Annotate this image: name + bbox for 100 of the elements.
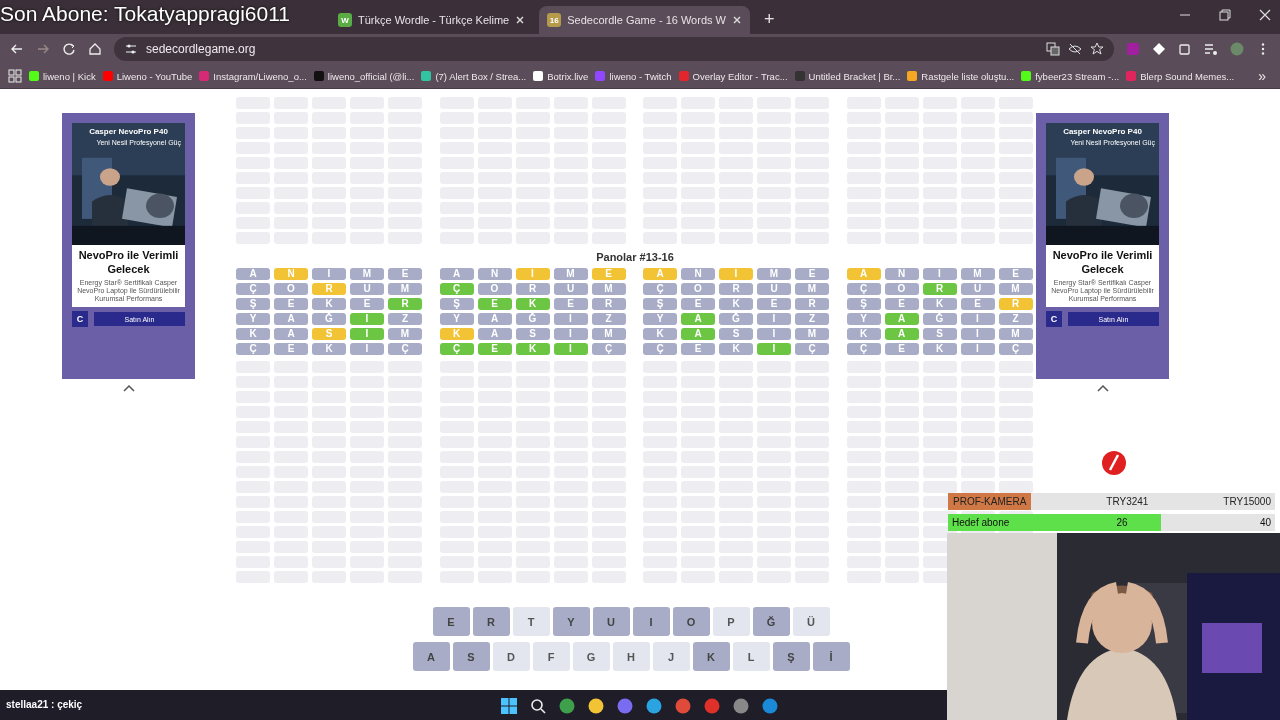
keyboard-key[interactable]: A <box>412 642 450 671</box>
close-icon[interactable] <box>1258 8 1272 22</box>
search-icon[interactable] <box>529 696 547 715</box>
letter-tile: A <box>884 328 919 340</box>
keyboard-key[interactable]: G <box>572 642 610 671</box>
letter-tile: M <box>350 268 384 280</box>
keyboard-key[interactable]: O <box>672 607 710 636</box>
donation-amount: TRY3241 <box>1105 496 1150 507</box>
keyboard-key[interactable]: T <box>512 607 550 636</box>
bookmark-link[interactable]: Instagram/Liweno_o... <box>213 70 307 82</box>
letter-tile: Ç <box>439 283 474 295</box>
letter-tile: Ş <box>846 298 881 310</box>
keyboard-key[interactable]: F <box>532 642 570 671</box>
keyboard-key[interactable]: Ş <box>772 642 810 671</box>
letter-tile: I <box>922 268 957 280</box>
keyboard-key[interactable]: Ğ <box>752 607 790 636</box>
bookmark-link[interactable]: (7) Alert Box / Strea... <box>435 70 527 82</box>
keyboard-key[interactable]: J <box>652 642 690 671</box>
bookmark-link[interactable]: Blerp Sound Memes... <box>1140 70 1235 82</box>
letter-tile: R <box>795 298 829 310</box>
letter-tile: U <box>960 283 995 295</box>
keyboard-key[interactable]: İ <box>812 642 850 671</box>
letter-tile: Z <box>795 313 829 325</box>
collapse-icon[interactable] <box>121 383 136 393</box>
letter-tile: K <box>643 328 677 340</box>
letter-tile: E <box>388 268 422 280</box>
address-field[interactable]: sedecordlegame.org <box>146 42 256 56</box>
keyboard-key[interactable]: I <box>632 607 670 636</box>
letter-tile: K <box>846 328 881 340</box>
letter-tile: M <box>591 328 626 340</box>
letter-tile: R <box>998 298 1033 310</box>
keyboard-key[interactable]: Y <box>552 607 590 636</box>
keyboard-key[interactable]: P <box>712 607 750 636</box>
donation-label: PROF-KAMERA <box>948 493 1032 510</box>
star-icon[interactable] <box>1090 42 1104 56</box>
extension-icon[interactable] <box>1152 42 1166 56</box>
letter-tile: E <box>477 298 512 310</box>
letter-tile: I <box>515 268 550 280</box>
letter-tile: Z <box>998 313 1033 325</box>
app-icon[interactable] <box>587 696 605 715</box>
apps-icon[interactable] <box>8 69 22 83</box>
keyboard-key[interactable]: K <box>692 642 730 671</box>
translate-icon[interactable] <box>1046 42 1060 56</box>
letter-tile: M <box>388 328 422 340</box>
bookmark-link[interactable]: Untitled Bracket | Br... <box>808 70 901 82</box>
letter-tile: K <box>719 298 753 310</box>
site-settings-icon[interactable] <box>124 42 138 56</box>
bookmark-link[interactable]: Rastgele liste oluştu... <box>921 70 1015 82</box>
app-icon[interactable] <box>645 696 663 715</box>
reload-icon[interactable] <box>62 42 76 56</box>
close-tab-icon[interactable] <box>731 15 742 25</box>
app-icon[interactable] <box>674 696 692 715</box>
more-bookmarks-button[interactable]: » <box>1252 67 1272 85</box>
windows-icon[interactable] <box>500 696 518 715</box>
bookmark-link[interactable]: Botrix.live <box>547 70 589 82</box>
app-icon[interactable] <box>558 696 576 715</box>
keyboard-key[interactable]: E <box>432 607 470 636</box>
back-icon[interactable] <box>10 42 24 56</box>
letter-tile: A <box>274 313 308 325</box>
app-icon[interactable] <box>616 696 634 715</box>
browser-tab[interactable]: 16 Sedecordle Game - 16 Words W <box>539 6 750 34</box>
keyboard-key[interactable]: H <box>612 642 650 671</box>
bookmark-link[interactable]: fybeer23 Stream -... <box>1035 70 1120 82</box>
letter-tile: E <box>681 343 715 355</box>
keyboard-key[interactable]: Ü <box>792 607 830 636</box>
app-icon[interactable] <box>761 696 779 715</box>
letter-tile: Ç <box>998 343 1033 355</box>
app-icon[interactable] <box>732 696 750 715</box>
close-tab-icon[interactable] <box>515 15 526 25</box>
letter-tile: R <box>515 283 550 295</box>
letter-tile: S <box>719 328 753 340</box>
letter-tile: I <box>350 313 384 325</box>
keyboard-key[interactable]: S <box>452 642 490 671</box>
chat-message: stellaa21 : çekiç <box>6 699 83 710</box>
keyboard-key[interactable]: U <box>592 607 630 636</box>
bookmark-link[interactable]: liweno | Kick <box>43 70 96 82</box>
keyboard-key[interactable]: D <box>492 642 530 671</box>
letter-tile: K <box>922 343 957 355</box>
letter-tile: I <box>350 328 384 340</box>
letter-tile: Ş <box>439 298 474 310</box>
bookmark-link[interactable]: liweno - Twitch <box>609 70 672 82</box>
keyboard-key[interactable]: L <box>732 642 770 671</box>
eye-off-icon[interactable] <box>1068 42 1082 56</box>
bookmark-link[interactable]: liweno_official (@li... <box>327 70 415 82</box>
letter-tile: M <box>998 328 1033 340</box>
home-icon[interactable] <box>88 42 102 56</box>
letter-tile: S <box>922 328 957 340</box>
letter-tile: Y <box>846 313 881 325</box>
puzzle-icon[interactable] <box>1178 42 1192 56</box>
media-icon[interactable] <box>1204 42 1218 56</box>
new-tab-button[interactable]: + <box>755 9 783 30</box>
collapse-icon[interactable] <box>1095 383 1110 393</box>
keyboard-key[interactable]: R <box>472 607 510 636</box>
letter-tile: A <box>236 268 270 280</box>
bookmark-link[interactable]: Overlay Editor - Trac... <box>692 70 788 82</box>
bookmark-link[interactable]: Liweno - YouTube <box>116 70 193 82</box>
restore-icon[interactable] <box>1218 8 1232 22</box>
letter-tile: I <box>719 268 753 280</box>
letter-tile: A <box>643 268 677 280</box>
browser-tab[interactable]: W Türkçe Wordle - Türkçe Kelime <box>330 6 534 34</box>
